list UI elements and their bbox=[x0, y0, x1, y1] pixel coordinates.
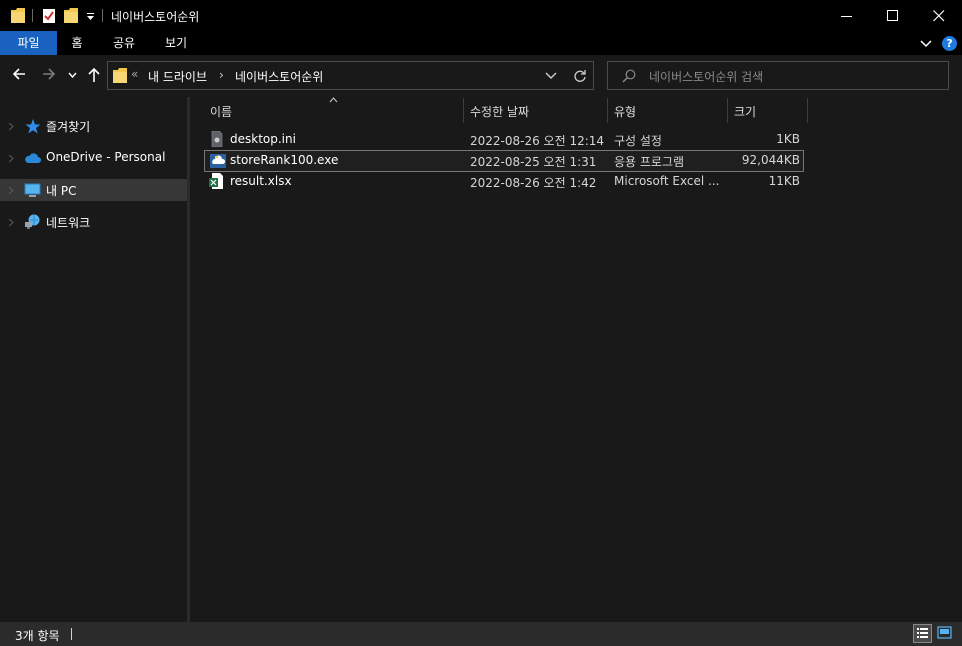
ribbon-tabs: 파일 홈 공유 보기 ? bbox=[0, 31, 962, 55]
file-date: 2022-08-26 오전 1:42 bbox=[470, 176, 597, 190]
nav-label-favorites: 즐겨찾기 bbox=[46, 120, 91, 134]
search-input[interactable]: 네이버스토어순위 검색 bbox=[649, 68, 763, 85]
column-label-date: 수정한 날짜 bbox=[470, 105, 530, 119]
settings-file-icon bbox=[211, 131, 223, 147]
file-size: 92,044KB bbox=[741, 153, 800, 167]
file-type: 응용 프로그램 bbox=[614, 155, 685, 169]
folder-icon bbox=[113, 68, 127, 83]
column-header-size[interactable]: 크기 bbox=[728, 97, 807, 123]
expand-chevron-icon[interactable] bbox=[8, 186, 14, 195]
qat-separator bbox=[32, 9, 33, 22]
tab-share[interactable]: 공유 bbox=[106, 31, 142, 55]
nav-label-onedrive: OneDrive - Personal bbox=[46, 150, 166, 164]
minimize-icon bbox=[841, 16, 852, 17]
close-icon bbox=[933, 10, 945, 22]
nav-label-network: 네트워크 bbox=[46, 216, 91, 230]
excel-file-icon bbox=[209, 173, 223, 189]
expand-chevron-icon[interactable] bbox=[8, 122, 14, 131]
star-icon bbox=[25, 119, 41, 134]
file-date: 2022-08-26 오전 12:14 bbox=[470, 134, 605, 148]
breadcrumb-overflow[interactable]: « bbox=[131, 67, 138, 81]
window-title: 네이버스토어순위 bbox=[111, 10, 200, 24]
status-bar: 3개 항목 bbox=[0, 622, 962, 646]
maximize-icon bbox=[887, 10, 898, 21]
column-divider[interactable] bbox=[807, 98, 808, 123]
navigation-pane: 즐겨찾기 OneDrive - Personal 내 PC 네트워크 bbox=[0, 97, 190, 622]
address-history-chevron-icon[interactable] bbox=[545, 72, 557, 80]
expand-chevron-icon[interactable] bbox=[8, 154, 14, 163]
item-count: 3개 항목 bbox=[15, 629, 60, 643]
python-exe-icon bbox=[210, 154, 226, 168]
close-button[interactable] bbox=[916, 0, 962, 31]
file-size: 1KB bbox=[776, 132, 800, 146]
search-icon bbox=[622, 69, 636, 83]
breadcrumb-current-folder[interactable]: 네이버스토어순위 bbox=[235, 68, 323, 85]
nav-label-this-pc: 내 PC bbox=[46, 184, 77, 198]
column-header-type[interactable]: 유형 bbox=[608, 97, 727, 123]
title-bar: 네이버스토어순위 bbox=[0, 0, 962, 31]
onedrive-cloud-icon bbox=[25, 153, 41, 163]
tab-home[interactable]: 홈 bbox=[62, 31, 92, 55]
column-label-size: 크기 bbox=[734, 105, 757, 119]
expand-chevron-icon[interactable] bbox=[8, 218, 14, 227]
nav-item-favorites[interactable]: 즐겨찾기 bbox=[0, 115, 187, 137]
large-icons-view-icon bbox=[937, 626, 952, 639]
back-arrow-icon[interactable] bbox=[12, 67, 26, 81]
details-view-button[interactable] bbox=[913, 624, 932, 643]
file-name: result.xlsx bbox=[230, 174, 292, 188]
properties-icon[interactable] bbox=[42, 8, 56, 23]
maximize-button[interactable] bbox=[870, 0, 916, 31]
file-size: 11KB bbox=[768, 174, 800, 188]
file-row[interactable]: result.xlsx 2022-08-26 오전 1:42 Microsoft… bbox=[204, 171, 804, 192]
file-type: 구성 설정 bbox=[614, 134, 662, 148]
folder-icon bbox=[11, 8, 25, 23]
pc-icon bbox=[24, 183, 41, 197]
search-box[interactable]: 네이버스토어순위 검색 bbox=[607, 61, 949, 90]
address-row: « 내 드라이브 › 네이버스토어순위 네이버스토어순위 검색 bbox=[0, 55, 962, 97]
expand-ribbon-chevron-icon[interactable] bbox=[920, 38, 932, 48]
recent-locations-chevron-icon[interactable] bbox=[68, 72, 77, 78]
file-row[interactable]: desktop.ini 2022-08-26 오전 12:14 구성 설정 1K… bbox=[204, 129, 804, 150]
up-arrow-icon[interactable] bbox=[87, 67, 101, 82]
tab-file[interactable]: 파일 bbox=[0, 31, 57, 55]
column-label-name: 이름 bbox=[210, 105, 233, 119]
status-separator bbox=[71, 628, 72, 640]
file-list: 이름 수정한 날짜 유형 크기 desktop.ini 2022-08-26 오… bbox=[190, 97, 962, 622]
column-header-name[interactable]: 이름 bbox=[204, 97, 463, 123]
file-name: storeRank100.exe bbox=[230, 153, 339, 167]
new-folder-icon[interactable] bbox=[64, 8, 78, 23]
file-date: 2022-08-25 오전 1:31 bbox=[470, 155, 597, 169]
customize-qat-icon[interactable] bbox=[86, 9, 95, 22]
column-header-date[interactable]: 수정한 날짜 bbox=[464, 97, 607, 123]
address-bar[interactable]: « 내 드라이브 › 네이버스토어순위 bbox=[107, 61, 594, 90]
file-name: desktop.ini bbox=[230, 132, 296, 146]
network-icon bbox=[25, 214, 40, 229]
minimize-button[interactable] bbox=[824, 0, 870, 31]
large-icons-view-button[interactable] bbox=[936, 624, 955, 643]
help-button[interactable]: ? bbox=[942, 36, 957, 51]
breadcrumb-my-drive[interactable]: 내 드라이브 bbox=[148, 68, 207, 85]
title-separator bbox=[102, 9, 103, 22]
nav-item-this-pc[interactable]: 내 PC bbox=[0, 179, 187, 201]
breadcrumb-separator[interactable]: › bbox=[219, 68, 224, 82]
file-row-selected[interactable]: storeRank100.exe 2022-08-25 오전 1:31 응용 프… bbox=[204, 150, 804, 172]
tab-view[interactable]: 보기 bbox=[158, 31, 194, 55]
column-label-type: 유형 bbox=[614, 105, 637, 119]
nav-item-onedrive[interactable]: OneDrive - Personal bbox=[0, 147, 187, 169]
details-view-icon bbox=[917, 628, 928, 638]
nav-item-network[interactable]: 네트워크 bbox=[0, 211, 187, 233]
file-type: Microsoft Excel ... bbox=[614, 174, 719, 188]
forward-arrow-icon[interactable] bbox=[42, 67, 56, 81]
refresh-icon[interactable] bbox=[573, 69, 587, 83]
